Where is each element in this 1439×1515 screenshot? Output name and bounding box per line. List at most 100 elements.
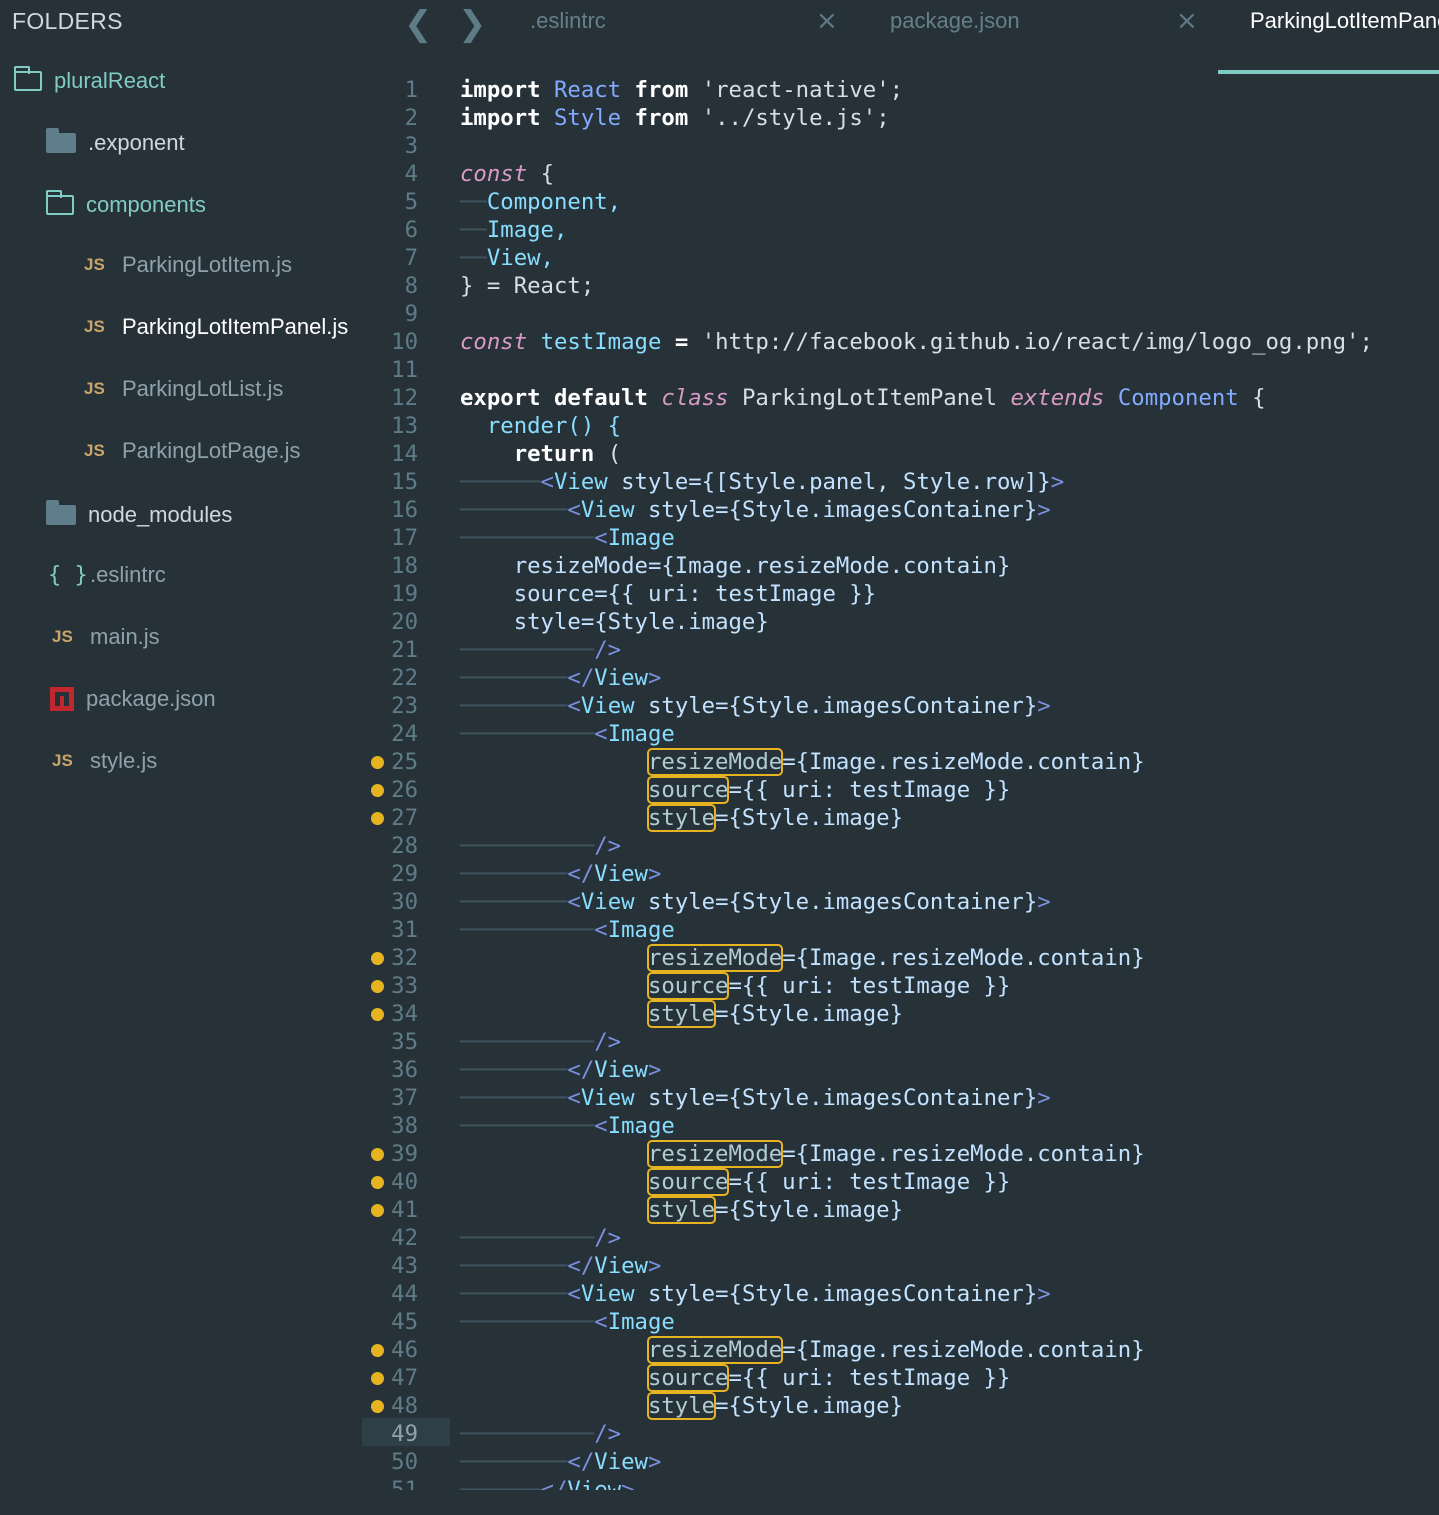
- code-token: style: [646, 804, 717, 832]
- code-line[interactable]: 8} = React;: [362, 272, 1439, 300]
- code-line[interactable]: 28 ──────────/>: [362, 832, 1439, 860]
- code-line[interactable]: 40 source={{ uri: testImage }}: [362, 1168, 1439, 1196]
- code-line[interactable]: 46 resizeMode={Image.resizeMode.contain}: [362, 1336, 1439, 1364]
- code-text: resizeMode={Image.resizeMode.contain}: [460, 1336, 1145, 1364]
- tree-label: ParkingLotList.js: [122, 376, 284, 401]
- indent-guide: ──────────: [460, 637, 595, 663]
- code-line[interactable]: 29 ────────</View>: [362, 860, 1439, 888]
- code-line[interactable]: 6 ──Image,: [362, 216, 1439, 244]
- sidebar: FOLDERS pluralReact .exponent components…: [0, 0, 362, 1515]
- code-line[interactable]: 48 style={Style.image}: [362, 1392, 1439, 1420]
- tree-folder-pluralreact[interactable]: pluralReact: [13, 61, 165, 101]
- code-token: =: [674, 329, 689, 355]
- tab-package-json[interactable]: package.json ×: [890, 0, 1200, 74]
- line-number: 18: [391, 553, 418, 579]
- code-text: resizeMode={Image.resizeMode.contain}: [460, 552, 1011, 580]
- code-line[interactable]: 44 ────────<View style={Style.imagesConta…: [362, 1280, 1439, 1308]
- close-icon[interactable]: ×: [816, 6, 838, 36]
- code-text: ────────</View>: [460, 1056, 661, 1084]
- tree-folder-exponent[interactable]: .exponent: [46, 123, 185, 163]
- code-line[interactable]: 11: [362, 356, 1439, 384]
- code-token: Image: [607, 1309, 675, 1335]
- code-line[interactable]: 9: [362, 300, 1439, 328]
- tree-file-package-json[interactable]: package.json: [50, 679, 216, 719]
- tree-file-parkinglotitempanel[interactable]: JS ParkingLotItemPanel.js: [84, 307, 348, 347]
- code-line[interactable]: 32 resizeMode={Image.resizeMode.contain}: [362, 944, 1439, 972]
- code-line[interactable]: 36 ────────</View>: [362, 1056, 1439, 1084]
- code-line[interactable]: 49 ──────────/>: [362, 1420, 1439, 1448]
- code-line[interactable]: 42 ──────────/>: [362, 1224, 1439, 1252]
- code-line[interactable]: 51 ──────</View>: [362, 1476, 1439, 1490]
- code-line[interactable]: 17 ──────────<Image: [362, 524, 1439, 552]
- code-line[interactable]: 23 ────────<View style={Style.imagesConta…: [362, 692, 1439, 720]
- code-token: source: [646, 972, 730, 1000]
- code-line[interactable]: 13 render() {: [362, 412, 1439, 440]
- code-line[interactable]: 22 ────────</View>: [362, 664, 1439, 692]
- line-number: 41: [391, 1197, 418, 1223]
- line-number: 25: [391, 749, 418, 775]
- forward-arrow-icon[interactable]: ❯: [458, 4, 487, 44]
- tree-folder-components[interactable]: components: [45, 185, 206, 225]
- code-line[interactable]: 26 source={{ uri: testImage }}: [362, 776, 1439, 804]
- code-line[interactable]: 45 ──────────<Image: [362, 1308, 1439, 1336]
- tab-parkinglotitempanel[interactable]: ParkingLotItemPanel.js: [1250, 0, 1439, 74]
- code-line[interactable]: 25 resizeMode={Image.resizeMode.contain}: [362, 748, 1439, 776]
- code-token: ={Style.imagesContainer}: [715, 693, 1038, 719]
- tab-eslintrc[interactable]: .eslintrc ×: [530, 0, 840, 74]
- code-line[interactable]: 47 source={{ uri: testImage }}: [362, 1364, 1439, 1392]
- back-arrow-icon[interactable]: ❮: [404, 4, 433, 44]
- folder-open-icon: [45, 190, 74, 215]
- code-line[interactable]: 38 ──────────<Image: [362, 1112, 1439, 1140]
- code-token: Style: [553, 105, 622, 131]
- code-line[interactable]: 4 const {: [362, 160, 1439, 188]
- code-token: Image,: [486, 217, 568, 243]
- tree-file-eslintrc[interactable]: { } .eslintrc: [48, 555, 166, 595]
- line-number: 31: [391, 917, 418, 943]
- code-text: ──Image,: [460, 216, 567, 244]
- code-editor[interactable]: 1 import React from 'react-native'; 2 impor…: [362, 74, 1439, 1490]
- code-line[interactable]: 3: [362, 132, 1439, 160]
- code-line[interactable]: 12 export default class ParkingLotItemPan…: [362, 384, 1439, 412]
- code-line[interactable]: 37 ────────<View style={Style.imagesConta…: [362, 1084, 1439, 1112]
- code-line[interactable]: 18 resizeMode={Image.resizeMode.contain}: [362, 552, 1439, 580]
- tree-file-parkinglotitem[interactable]: JS ParkingLotItem.js: [84, 245, 292, 285]
- tree-file-style[interactable]: JS style.js: [52, 741, 157, 781]
- code-line[interactable]: 14 return (: [362, 440, 1439, 468]
- code-line[interactable]: 19 source={{ uri: testImage }}: [362, 580, 1439, 608]
- code-line[interactable]: 1 import React from 'react-native';: [362, 76, 1439, 104]
- code-line[interactable]: 30 ────────<View style={Style.imagesConta…: [362, 888, 1439, 916]
- code-line[interactable]: 50 ────────</View>: [362, 1448, 1439, 1476]
- npm-file-icon: [50, 687, 74, 711]
- tree-file-parkinglotpage[interactable]: JS ParkingLotPage.js: [84, 431, 301, 471]
- code-line[interactable]: 2 import Style from '../style.js';: [362, 104, 1439, 132]
- code-line[interactable]: 21 ──────────/>: [362, 636, 1439, 664]
- code-line[interactable]: 16 ────────<View style={Style.imagesConta…: [362, 496, 1439, 524]
- code-line[interactable]: 33 source={{ uri: testImage }}: [362, 972, 1439, 1000]
- code-line[interactable]: 34 style={Style.image}: [362, 1000, 1439, 1028]
- tree-file-main[interactable]: JS main.js: [52, 617, 160, 657]
- code-token: View: [594, 665, 648, 691]
- code-line[interactable]: 15 ──────<View style={[Style.panel, Style…: [362, 468, 1439, 496]
- js-file-icon: JS: [84, 441, 105, 460]
- code-line[interactable]: 39 resizeMode={Image.resizeMode.contain}: [362, 1140, 1439, 1168]
- code-token: ={Style.image}: [715, 1001, 903, 1027]
- line-number: 50: [391, 1449, 418, 1475]
- code-line[interactable]: 10 const testImage = 'http://facebook.git…: [362, 328, 1439, 356]
- code-line[interactable]: 43 ────────</View>: [362, 1252, 1439, 1280]
- code-line[interactable]: 7 ──View,: [362, 244, 1439, 272]
- code-line[interactable]: 41 style={Style.image}: [362, 1196, 1439, 1224]
- code-line[interactable]: 5 ──Component,: [362, 188, 1439, 216]
- code-line[interactable]: 31 ──────────<Image: [362, 916, 1439, 944]
- code-line[interactable]: 27 style={Style.image}: [362, 804, 1439, 832]
- code-token: ={{ uri: testImage }}: [728, 973, 1011, 999]
- indent-guide: ────────: [460, 665, 568, 691]
- code-text: render() {: [460, 412, 621, 440]
- code-token: >: [1037, 1281, 1051, 1307]
- code-token: ={Style.image}: [580, 609, 769, 635]
- close-icon[interactable]: ×: [1176, 6, 1198, 36]
- code-line[interactable]: 20 style={Style.image}: [362, 608, 1439, 636]
- tree-file-parkinglotlist[interactable]: JS ParkingLotList.js: [84, 369, 283, 409]
- tree-folder-node-modules[interactable]: node_modules: [46, 495, 232, 535]
- code-line[interactable]: 35 ──────────/>: [362, 1028, 1439, 1056]
- code-line[interactable]: 24 ──────────<Image: [362, 720, 1439, 748]
